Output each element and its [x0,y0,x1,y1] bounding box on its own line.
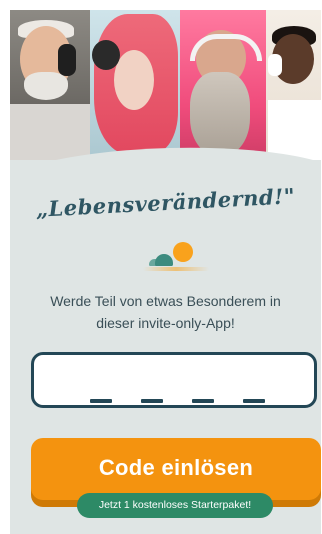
invite-subtitle: Werde Teil von etwas Besonderem in diese… [50,293,281,331]
invite-code-input[interactable] [31,352,317,408]
hero-photo-beard [24,72,68,100]
hero-photo-face [114,50,154,110]
code-slot [243,399,265,403]
starter-pack-badge: Jetzt 1 kostenloses Starterpaket! [77,493,273,518]
sun-icon [173,242,193,262]
sun-cloud-icon [143,242,213,282]
headphones-icon [268,54,282,76]
onboarding-screen: „Lebensverändernd!" Werde Teil von etwas… [10,10,321,534]
code-slot [90,399,112,403]
hero-photo-collage [10,10,321,160]
code-slot [192,399,214,403]
logo-shine [143,267,209,271]
hero-photo-suit [10,104,92,160]
cloud-icon [155,254,173,266]
hero-photo-shirt [268,100,321,160]
headphones-icon [58,44,76,76]
code-slot [141,399,163,403]
hero-photo-beard [190,72,250,156]
headphones-icon [92,40,120,70]
redeem-code-button[interactable]: Code einlösen [31,438,321,500]
